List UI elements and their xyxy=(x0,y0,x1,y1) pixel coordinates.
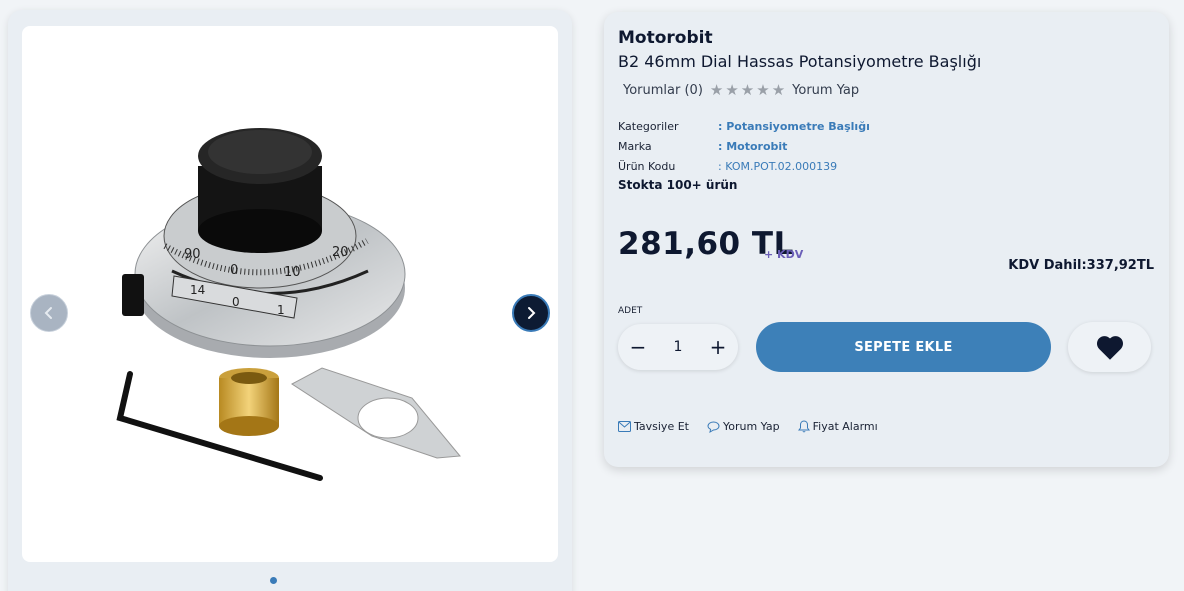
quantity-value[interactable]: 1 xyxy=(663,339,693,355)
category-link[interactable]: : Potansiyometre Başlığı xyxy=(718,120,870,133)
potentiometer-knob-image: 14 0 1 0 10 20 90 xyxy=(116,128,461,481)
gallery-dot-active[interactable] xyxy=(270,577,277,584)
star-icon: ★ xyxy=(725,81,739,99)
review-label: Yorum Yap xyxy=(722,420,780,433)
product-title: B2 46mm Dial Hassas Potansiyometre Başlı… xyxy=(618,52,982,71)
meta-key-category: Kategoriler xyxy=(618,119,679,133)
star-icon: ★ xyxy=(709,81,724,99)
reviews-count-link[interactable]: Yorumlar (0) xyxy=(623,83,703,98)
chevron-right-icon xyxy=(528,307,536,319)
bell-icon xyxy=(797,420,810,433)
write-review-link[interactable]: Yorum Yap xyxy=(792,83,859,98)
price-alarm-action[interactable]: Fiyat Alarmı xyxy=(797,420,878,433)
reviews-row: Yorumlar (0) ★ ★ ★ ★ ★ Yorum Yap xyxy=(623,83,859,99)
chevron-left-icon xyxy=(44,307,52,319)
product-info-card: Motorobit B2 46mm Dial Hassas Potansiyom… xyxy=(604,12,1169,467)
star-icon: ★ xyxy=(740,81,755,99)
quantity-increase-button[interactable]: + xyxy=(703,335,733,359)
meta-row-brand: Marka : Motorobit xyxy=(618,136,870,156)
product-code: : KOM.POT.02.000139 xyxy=(718,159,838,173)
recommend-label: Tavsiye Et xyxy=(634,420,689,433)
kdv-included-price: KDV Dahil:337,92TL xyxy=(1008,258,1154,273)
add-to-cart-button[interactable]: SEPETE EKLE xyxy=(756,322,1051,372)
svg-text:14: 14 xyxy=(190,283,205,297)
product-image[interactable]: 14 0 1 0 10 20 90 xyxy=(22,26,558,562)
meta-row-code: Ürün Kodu : KOM.POT.02.000139 xyxy=(618,156,870,176)
product-gallery: 14 0 1 0 10 20 90 xyxy=(8,10,572,591)
quantity-label: ADET xyxy=(618,306,643,316)
star-icon: ★ xyxy=(771,81,786,99)
svg-text:0: 0 xyxy=(232,295,240,309)
envelope-icon xyxy=(618,421,631,432)
heart-icon xyxy=(1096,335,1123,360)
svg-text:0: 0 xyxy=(230,263,238,278)
speech-bubble-icon xyxy=(707,420,720,433)
review-action[interactable]: Yorum Yap xyxy=(707,420,780,433)
product-meta: Kategoriler : Potansiyometre Başlığı Mar… xyxy=(618,116,870,176)
brand-link[interactable]: : Motorobit xyxy=(718,140,787,153)
stock-status: Stokta 100+ ürün xyxy=(618,178,738,192)
svg-text:90: 90 xyxy=(184,247,201,262)
meta-key-brand: Marka xyxy=(618,139,652,153)
price-alarm-label: Fiyat Alarmı xyxy=(812,420,878,433)
star-icon: ★ xyxy=(756,81,770,99)
svg-text:1: 1 xyxy=(277,303,285,317)
meta-key-code: Ürün Kodu xyxy=(618,159,676,173)
gallery-prev-button[interactable] xyxy=(30,294,68,332)
quantity-stepper: − 1 + xyxy=(618,324,738,370)
kdv-label: + KDV xyxy=(764,248,804,261)
svg-text:10: 10 xyxy=(284,265,301,280)
recommend-action[interactable]: Tavsiye Et xyxy=(618,420,689,433)
meta-row-category: Kategoriler : Potansiyometre Başlığı xyxy=(618,116,870,136)
product-actions: Tavsiye Et Yorum Yap Fiyat Alarmı xyxy=(618,420,878,433)
favorite-button[interactable] xyxy=(1068,322,1151,372)
product-brand: Motorobit xyxy=(618,28,713,48)
svg-text:20: 20 xyxy=(332,245,349,260)
quantity-decrease-button[interactable]: − xyxy=(623,335,653,359)
rating-stars: ★ ★ ★ ★ ★ xyxy=(710,83,785,98)
gallery-next-button[interactable] xyxy=(512,294,550,332)
